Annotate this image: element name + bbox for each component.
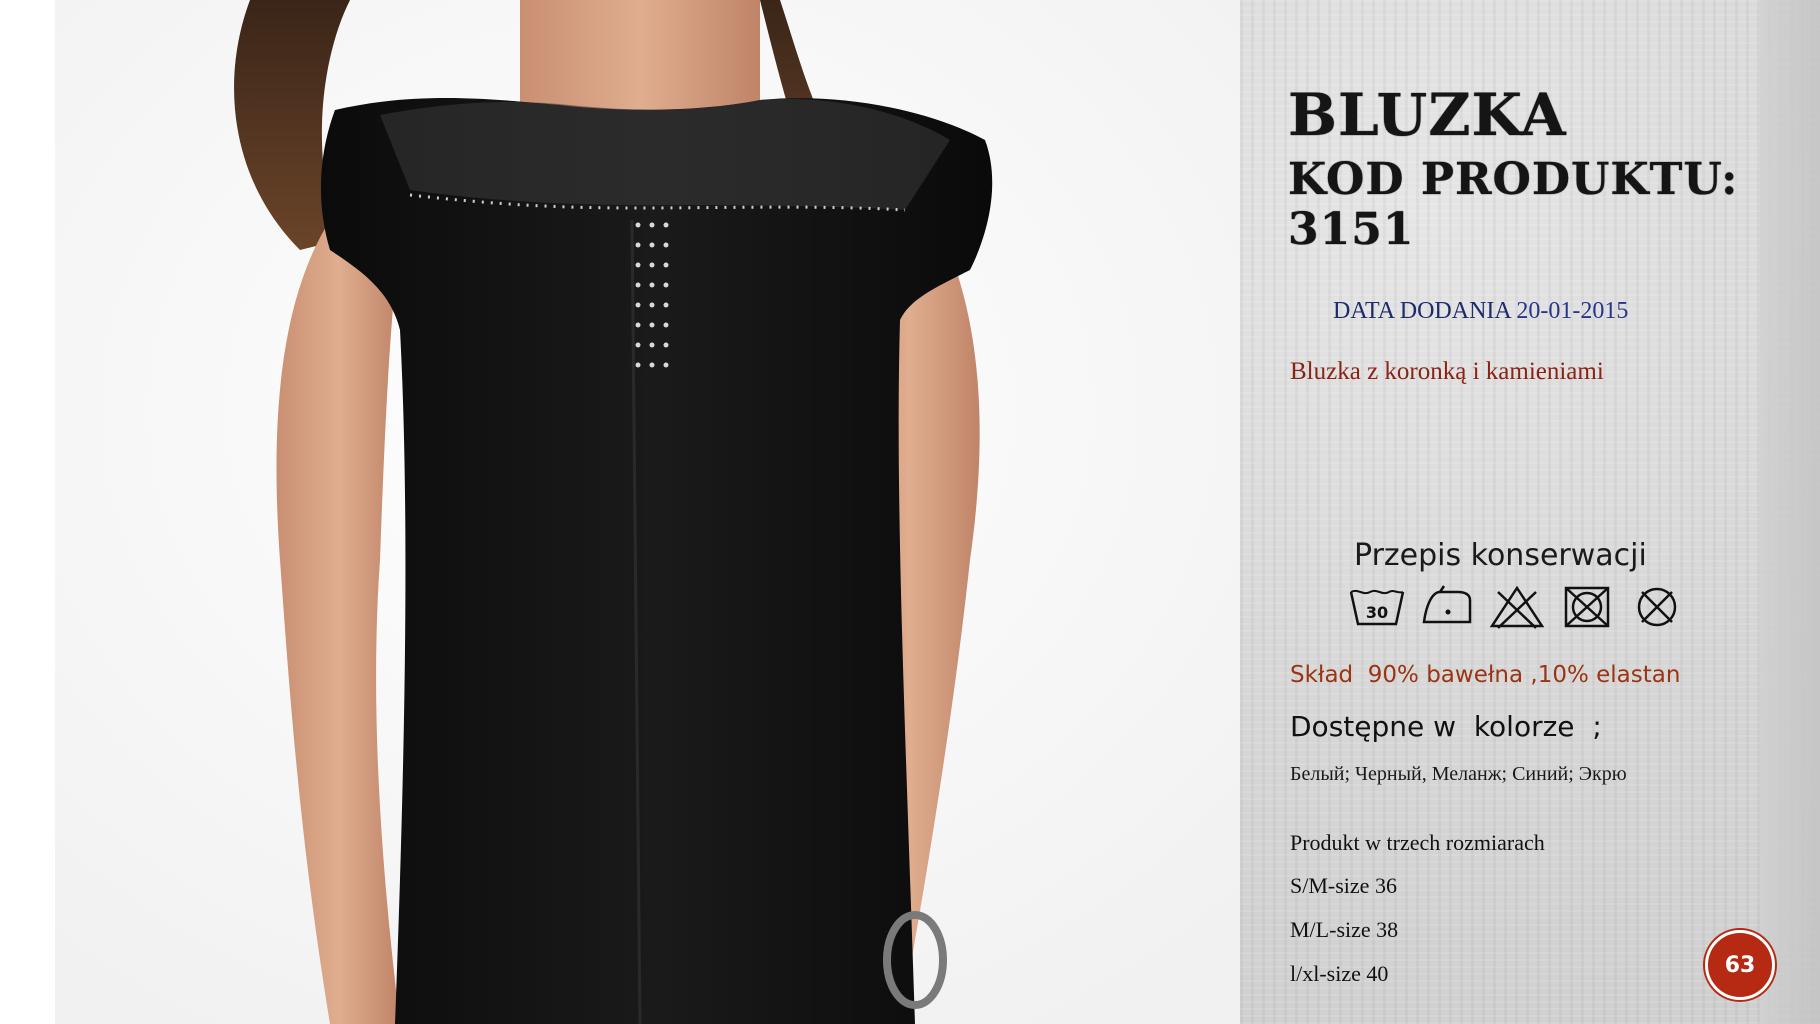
product-code: KOD PRODUKTU: 3151 — [1288, 153, 1739, 256]
product-title: BLUZKA KOD PRODUKTU: 3151 — [1288, 82, 1808, 256]
date-label: DATA DODANIA — [1333, 298, 1511, 324]
size-item: l/xl-size 40 — [1290, 961, 1389, 986]
no-dry-clean-icon — [1628, 584, 1686, 630]
no-bleach-icon — [1488, 584, 1546, 630]
wash-30-icon: 30 — [1348, 584, 1406, 630]
product-description: Bluzka z koronką i kamieniami — [1290, 358, 1604, 385]
page-number-badge: 63 — [1705, 930, 1775, 1000]
svg-text:30: 30 — [1366, 603, 1388, 622]
care-icons: 30 — [1348, 584, 1686, 630]
slide: BLUZKA KOD PRODUKTU: 3151 DATA DODANIA 2… — [0, 0, 1820, 1024]
date-value: 20-01-2015 — [1516, 298, 1629, 324]
date-added: DATA DODANIA 20-01-2015 — [1333, 298, 1628, 325]
no-tumble-dry-icon — [1558, 584, 1616, 630]
size-item: S/M-size 36 — [1290, 873, 1397, 898]
model-wearing-black-blouse-image — [0, 0, 1240, 1024]
size-item: M/L-size 38 — [1290, 917, 1399, 942]
care-instructions: Przepis konserwacji 30 — [1340, 538, 1680, 638]
composition: Skład 90% bawełna ,10% elastan — [1290, 662, 1681, 688]
colors-list: Белый; Черный, Меланж; Синий; Экрю — [1290, 763, 1627, 785]
sizes-heading: Produkt w trzech rozmiarach — [1290, 830, 1545, 855]
product-photo — [0, 0, 1240, 1024]
care-title: Przepis konserwacji — [1354, 538, 1647, 573]
iron-low-icon — [1418, 584, 1476, 630]
title-name: BLUZKA — [1288, 81, 1567, 149]
colors-heading: Dostępne w kolorze ; — [1290, 710, 1602, 743]
